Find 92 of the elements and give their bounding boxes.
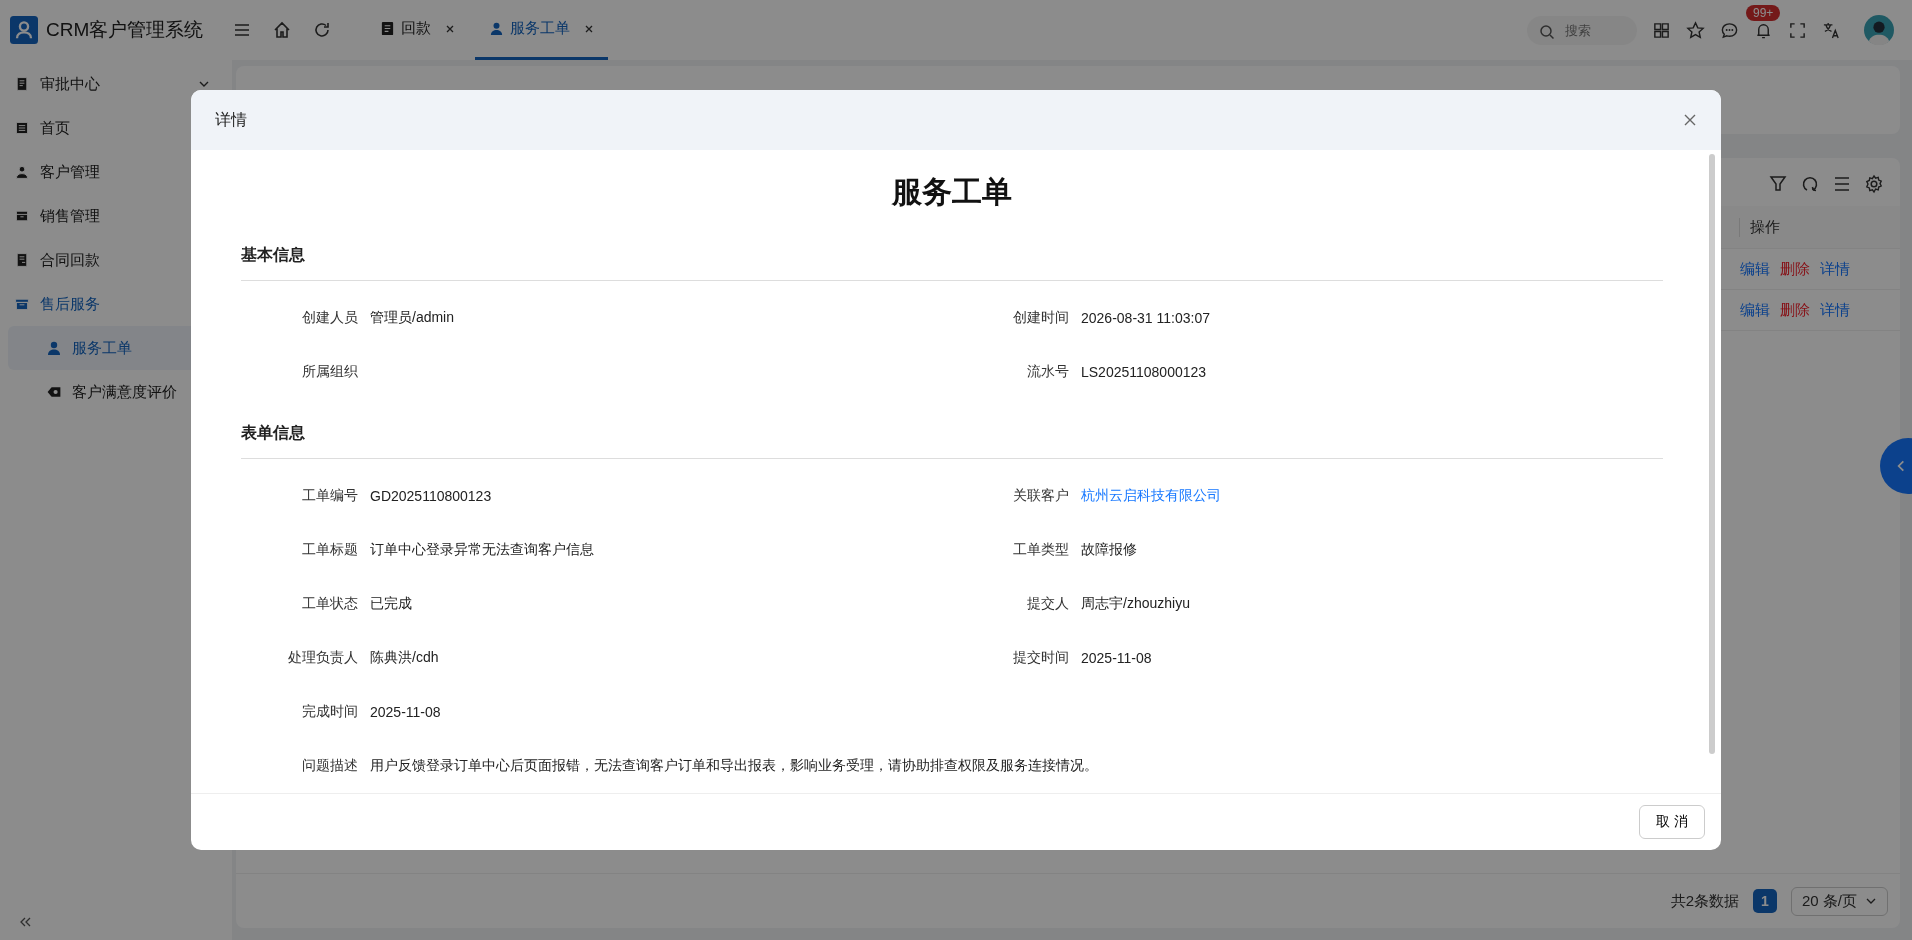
field-label: 工单标题 <box>301 541 358 559</box>
field-value: 管理员/admin <box>370 309 455 327</box>
tab-label: 服务工单 <box>510 19 570 38</box>
page-tab[interactable]: 服务工单 <box>475 0 608 60</box>
field-label: 提交人 <box>1026 595 1069 613</box>
document-icon <box>380 21 395 36</box>
total-count: 共2条数据 <box>1670 891 1739 911</box>
sidebar-label: 销售管理 <box>40 206 100 226</box>
sidebar-label: 售后服务 <box>40 294 100 314</box>
close-icon[interactable] <box>445 23 455 34</box>
fullscreen-icon[interactable] <box>1788 20 1807 40</box>
menu-item-icon <box>14 120 30 136</box>
home-icon[interactable] <box>272 20 292 40</box>
field-value: 已完成 <box>370 595 412 613</box>
tag-icon <box>46 384 62 400</box>
sidebar-label: 客户满意度评价 <box>72 382 177 402</box>
logo-icon <box>10 16 38 44</box>
search-field[interactable]: 搜索 <box>1527 15 1637 45</box>
settings-icon[interactable] <box>1864 174 1884 194</box>
menu-item-icon <box>14 296 30 312</box>
field-label: 工单类型 <box>1012 541 1069 559</box>
field-value: 2026-08-31 11:03:07 <box>1081 310 1210 326</box>
action-link[interactable]: 删除 <box>1780 300 1810 320</box>
sidebar-label: 客户管理 <box>40 162 100 182</box>
avatar[interactable] <box>1864 15 1894 45</box>
person-icon <box>489 21 504 36</box>
tab-label: 回款 <box>401 19 431 38</box>
action-link[interactable]: 详情 <box>1820 259 1850 279</box>
column-header: 操作 <box>1739 217 1900 237</box>
field-label: 工单状态 <box>301 595 358 613</box>
field-value: GD2025110800123 <box>370 488 492 504</box>
section-title: 表单信息 <box>241 405 1663 459</box>
grid-icon[interactable] <box>1652 20 1671 40</box>
sidebar-item[interactable]: 客户管理 <box>0 150 224 194</box>
list-icon[interactable] <box>1832 174 1852 194</box>
sidebar-item[interactable]: 审批中心 <box>0 62 224 106</box>
filter-icon[interactable] <box>1768 174 1788 194</box>
notification-badge: 99+ <box>1746 4 1781 21</box>
action-link[interactable]: 删除 <box>1780 259 1810 279</box>
field-value: LS20251108000123 <box>1081 364 1207 380</box>
field-label: 工单编号 <box>301 487 358 505</box>
refresh-icon[interactable] <box>312 20 332 40</box>
scrollbar[interactable] <box>1709 154 1715 754</box>
field-label: 处理负责人 <box>287 649 358 667</box>
document-title: 服务工单 <box>890 174 1013 210</box>
field-label: 完成时间 <box>301 703 358 721</box>
app-title: CRM客户管理系统 <box>46 18 204 42</box>
search-icon <box>1539 23 1555 40</box>
menu-item-icon <box>14 164 30 180</box>
field-value: 故障报修 <box>1081 541 1137 559</box>
menu-item-icon <box>14 76 30 92</box>
field-label: 提交时间 <box>1012 649 1069 667</box>
sidebar-subitem[interactable]: 客户满意度评价 <box>8 370 224 414</box>
field-value: 2025-11-08 <box>1081 650 1152 666</box>
field-label: 关联客户 <box>1012 487 1069 505</box>
person-icon <box>46 340 62 356</box>
collapse-icon[interactable] <box>18 916 32 928</box>
field-value: 订单中心登录异常无法查询客户信息 <box>370 541 594 559</box>
page-button[interactable]: 1 <box>1752 889 1777 913</box>
field-label: 创建人员 <box>301 309 358 327</box>
action-link[interactable]: 编辑 <box>1740 259 1770 279</box>
action-link[interactable]: 详情 <box>1820 300 1850 320</box>
sidebar-label: 服务工单 <box>72 338 132 358</box>
field-label: 所属组织 <box>301 363 358 381</box>
sidebar-label: 首页 <box>40 118 70 138</box>
menu-item-icon <box>14 252 30 268</box>
sidebar-label: 合同回款 <box>40 250 100 270</box>
chat-icon[interactable] <box>1720 20 1739 40</box>
refresh-icon[interactable] <box>1800 174 1820 194</box>
close-icon[interactable] <box>1683 113 1697 127</box>
sidebar-item[interactable]: 售后服务 <box>0 282 224 326</box>
field-label: 问题描述 <box>301 757 358 775</box>
field-value: 周志宇/zhouzhiyu <box>1081 595 1190 613</box>
sidebar-label: 审批中心 <box>40 74 100 94</box>
page-tab[interactable]: 回款 <box>366 0 469 60</box>
field-value: 2025-11-08 <box>370 704 441 720</box>
sidebar-item[interactable]: 销售管理 <box>0 194 224 238</box>
action-link[interactable]: 编辑 <box>1740 300 1770 320</box>
dialog-title: 详情 <box>215 109 247 130</box>
field-value: 用户反馈登录订单中心后页面报错，无法查询客户订单和导出报表，影响业务受理，请协助排查权限及服务连接情况。 <box>370 757 1098 775</box>
menu-item-icon <box>14 208 30 224</box>
field-label: 创建时间 <box>1012 309 1069 327</box>
sidebar-item[interactable]: 合同回款 <box>0 238 224 282</box>
page-size-select[interactable]: 20 条/页 <box>1790 886 1888 916</box>
field-label: 流水号 <box>1026 363 1069 381</box>
translate-icon[interactable] <box>1822 20 1841 40</box>
close-icon[interactable] <box>584 23 594 34</box>
customer-link[interactable]: 杭州云启科技有限公司 <box>1081 487 1221 505</box>
field-value: 陈典洪/cdh <box>370 649 439 667</box>
section-title: 基本信息 <box>241 227 1663 281</box>
star-icon[interactable] <box>1686 20 1705 40</box>
cancel-button[interactable]: 取 消 <box>1639 805 1705 839</box>
